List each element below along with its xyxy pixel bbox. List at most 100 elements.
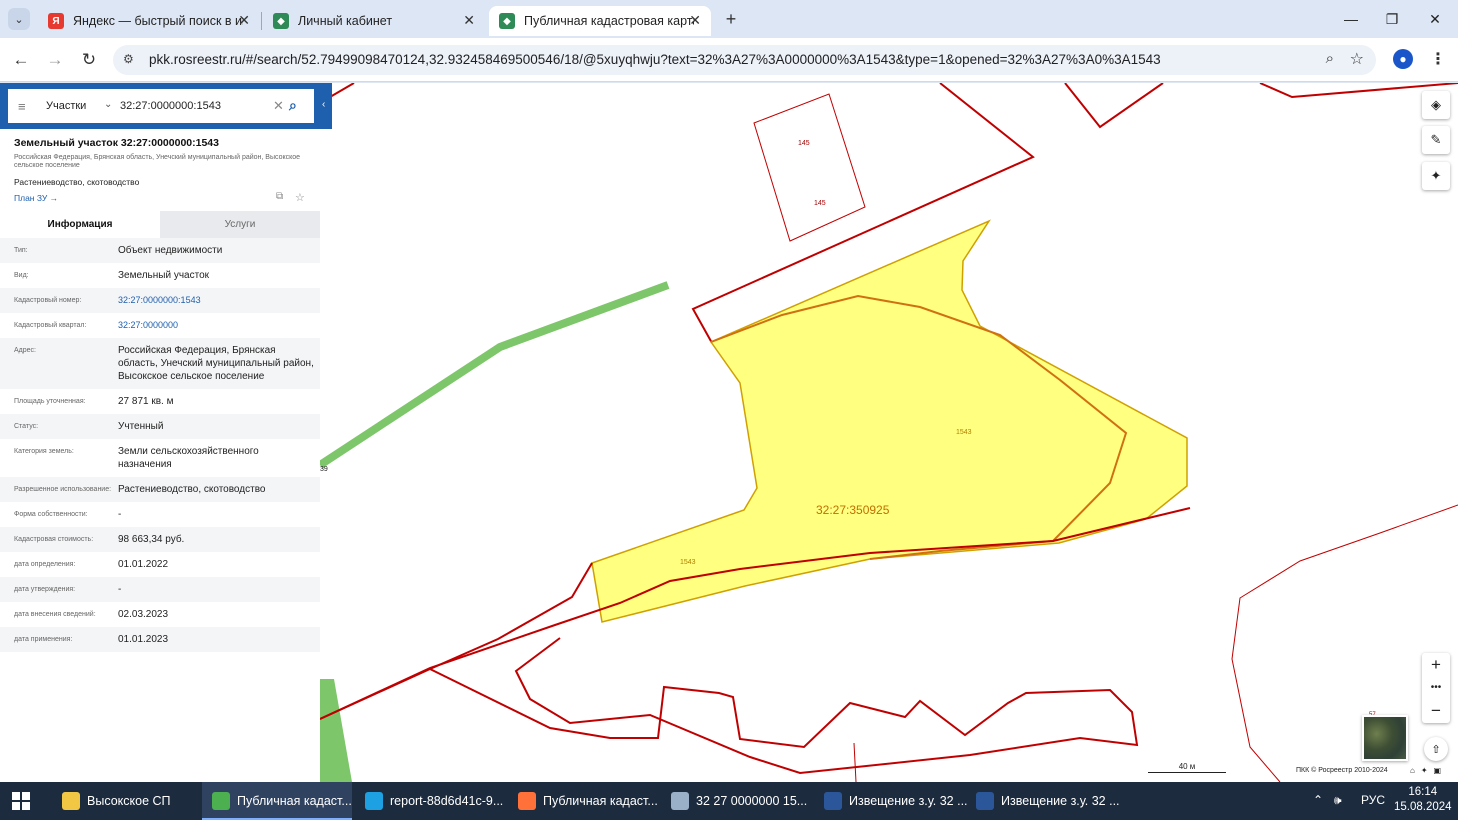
clock[interactable]: 16:14 15.08.2024 — [1394, 785, 1452, 815]
tray-chevron-icon[interactable]: ⌃ — [1313, 793, 1323, 807]
browser-tab-pkk[interactable]: ◆ Публичная кадастровая карта ✕ — [489, 6, 711, 36]
property-value: Российская Федерация, Брянская область, … — [118, 345, 314, 382]
zoom-icon[interactable]: ⌕ — [1326, 50, 1334, 67]
taskbar-item[interactable]: 32 27 0000000 15... — [661, 782, 811, 820]
chevron-down-icon[interactable]: ⌄ — [104, 99, 112, 110]
browser-tab-strip: ⌄ Я Яндекс — быстрый поиск в ин ✕ ◆ Личн… — [0, 0, 1458, 38]
site-info-icon[interactable]: ⚙ — [123, 52, 139, 68]
minimize-icon[interactable]: — — [1336, 8, 1366, 30]
taskbar-item-label: report-88d6d41c-9... — [390, 794, 504, 808]
boundary-line — [329, 83, 355, 98]
ruler-icon[interactable]: ✎ — [1422, 126, 1450, 154]
boundary-line — [1064, 83, 1164, 129]
road-strip — [320, 281, 670, 469]
paint-icon — [671, 792, 689, 810]
bookmark-star-icon[interactable]: ☆ — [1350, 49, 1364, 69]
collapse-panel-icon[interactable]: ‹ — [322, 99, 325, 110]
clock-date: 15.08.2024 — [1394, 801, 1452, 813]
url-text[interactable]: pkk.rosreestr.ru/#/search/52.79499098470… — [149, 52, 1161, 67]
address-bar[interactable]: ⚙ pkk.rosreestr.ru/#/search/52.794990984… — [113, 45, 1376, 75]
start-icon[interactable] — [12, 792, 30, 810]
property-value: - — [118, 584, 122, 595]
favorite-star-icon[interactable]: ☆ — [295, 191, 305, 204]
tab-information[interactable]: Информация — [0, 211, 160, 238]
zoom-in-icon[interactable]: + — [1422, 653, 1450, 676]
pkk-page: 145 145 1543 1543 32:27:350925 39 57 ◈ ✎… — [0, 83, 1458, 782]
locate-icon[interactable]: ✦ — [1422, 162, 1450, 190]
property-key: Адрес: — [14, 347, 36, 354]
zoom-out-icon[interactable]: − — [1422, 699, 1450, 722]
reload-icon[interactable]: ↻ — [78, 49, 100, 71]
taskbar-item[interactable]: Извещение з.у. 32 ... — [966, 782, 1120, 820]
property-row: Кадастровая стоимость: 98 663,34 руб. — [0, 527, 320, 552]
close-icon[interactable]: ✕ — [238, 12, 250, 29]
taskbar-item[interactable]: report-88d6d41c-9... — [355, 782, 505, 820]
language-indicator[interactable]: РУС — [1361, 793, 1385, 807]
property-row: дата определения: 01.01.2022 — [0, 552, 320, 577]
taskbar-item[interactable]: Публичная кадаст... — [508, 782, 658, 820]
property-row: Кадастровый номер: 32:27:0000000:1543 — [0, 288, 320, 313]
taskbar-item[interactable]: Извещение з.у. 32 ... — [814, 782, 968, 820]
profile-avatar-icon[interactable]: ● — [1393, 49, 1413, 69]
search-category[interactable]: Участки — [46, 100, 86, 112]
taskbar-item[interactable]: Высокское СП — [52, 782, 200, 820]
search-input[interactable]: 32:27:0000000:1543 — [120, 100, 221, 112]
property-row: Кадастровый квартал: 32:27:0000000 — [0, 313, 320, 338]
browser-tab-cabinet[interactable]: ◆ Личный кабинет ✕ — [263, 6, 485, 36]
map-label-small-a: 145 — [798, 140, 810, 147]
map-canvas[interactable]: 145 145 1543 1543 32:27:350925 39 57 — [320, 83, 1458, 782]
menu-icon[interactable]: ≡ — [18, 99, 26, 114]
new-tab-icon[interactable]: + — [720, 8, 742, 30]
compass-icon[interactable]: ⇧ — [1424, 737, 1448, 761]
property-row: Адрес: Российская Федерация, Брянская обл… — [0, 338, 320, 389]
property-value: - — [118, 509, 122, 520]
info-sidebar: ≡ Участки ⌄ 32:27:0000000:1543 ✕ ⌕ ‹ Зем… — [0, 83, 332, 782]
tab-search-icon[interactable]: ⌄ — [8, 8, 30, 30]
boundary-line — [1231, 504, 1458, 782]
taskbar-item-label: 32 27 0000000 15... — [696, 794, 808, 808]
property-key: Статус: — [14, 423, 39, 430]
property-key: Категория земель: — [14, 448, 74, 455]
property-key: Кадастровый квартал: — [14, 322, 87, 329]
document-search-icon[interactable]: ⧉ — [276, 191, 283, 202]
basemap-switcher[interactable] — [1362, 715, 1408, 761]
windows-taskbar: Высокское СП Публичная кадаст... report-88… — [0, 782, 1458, 820]
property-key: Площадь уточненная: — [14, 398, 86, 405]
forward-icon[interactable]: → — [44, 49, 66, 71]
object-address: Российская Федерация, Брянская область, … — [14, 154, 301, 169]
property-value-link[interactable]: 32:27:0000000:1543 — [118, 294, 314, 307]
map-label-edge: 39 — [320, 466, 328, 473]
back-icon[interactable]: ← — [10, 49, 32, 71]
property-value: Земли сельскохозяйственного назначения — [118, 446, 259, 470]
close-icon[interactable]: ✕ — [689, 12, 701, 29]
property-row: Статус: Учтенный — [0, 414, 320, 439]
property-value: 01.01.2022 — [118, 559, 169, 570]
property-key: Кадастровый номер: — [14, 297, 82, 304]
browser-menu-icon[interactable]: ⋮ — [1430, 49, 1446, 69]
tab-services[interactable]: Услуги — [160, 211, 320, 238]
browser-tab-yandex[interactable]: Я Яндекс — быстрый поиск в ин ✕ — [38, 6, 260, 36]
property-value-link[interactable]: 32:27:0000000 — [118, 319, 314, 332]
folder-icon — [62, 792, 80, 810]
layers-icon[interactable]: ◈ — [1422, 91, 1450, 119]
property-row: дата применения: 01.01.2023 — [0, 627, 320, 652]
volume-icon[interactable]: 🕪 — [1334, 793, 1342, 808]
window-close-icon[interactable]: ✕ — [1420, 8, 1450, 30]
map-footer-icons[interactable]: ⌂✦▣ — [1410, 766, 1447, 775]
property-row: дата утверждения: - — [0, 577, 320, 602]
close-icon[interactable]: ✕ — [463, 12, 475, 29]
property-value: Объект недвижимости — [118, 245, 223, 256]
taskbar-item-label: Высокское СП — [87, 794, 171, 808]
rosreestr-icon: ◆ — [499, 13, 515, 29]
zoom-more-icon[interactable]: ••• — [1422, 676, 1450, 699]
cadastral-map[interactable]: 145 145 1543 1543 32:27:350925 39 57 ◈ ✎… — [320, 83, 1458, 782]
taskbar-item[interactable]: Публичная кадаст... — [202, 782, 352, 820]
clock-time: 16:14 — [1408, 786, 1438, 798]
taskbar-item-label: Извещение з.у. 32 ... — [849, 794, 968, 808]
clear-icon[interactable]: ✕ — [273, 98, 284, 114]
maximize-icon[interactable]: ❐ — [1377, 8, 1407, 30]
property-row: Разрешенное использование: Растениеводств… — [0, 477, 320, 502]
edge-icon — [365, 792, 383, 810]
plan-link[interactable]: План ЗУ → — [14, 193, 58, 203]
search-icon[interactable]: ⌕ — [289, 97, 297, 114]
